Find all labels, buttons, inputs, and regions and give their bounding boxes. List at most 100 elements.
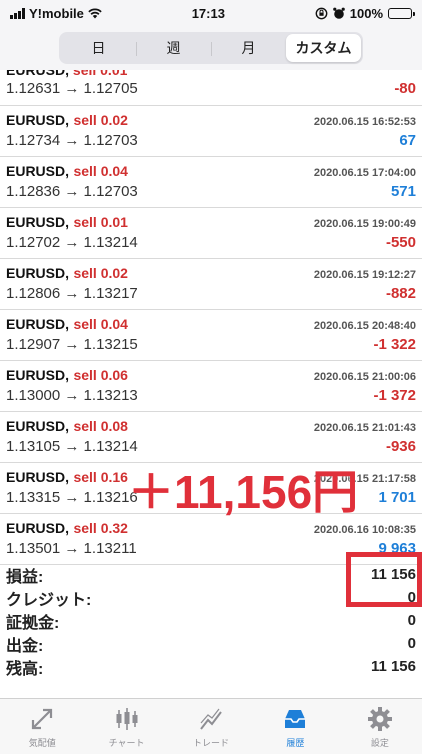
- tab-label: 履歴: [286, 738, 305, 748]
- trade-type: sell 0.01: [72, 70, 128, 78]
- summary-value: 0: [407, 612, 416, 629]
- chart-icon: [114, 706, 140, 732]
- trade-type: sell 0.02: [73, 112, 128, 128]
- segment-day[interactable]: 日: [61, 34, 136, 62]
- signal-icon: [10, 7, 25, 19]
- trade-symbol: EURUSD,: [6, 163, 70, 179]
- trade-type: sell 0.08: [73, 418, 128, 434]
- trade-profit: 1 701: [378, 489, 416, 506]
- trade-time: 2020.06.15 19:12:27: [313, 269, 416, 281]
- trade-profit: -550: [385, 234, 416, 251]
- tab-settings[interactable]: 設定: [338, 699, 422, 754]
- segment-week[interactable]: 週: [136, 34, 211, 62]
- trade-type: sell 0.04: [73, 163, 128, 179]
- trade-icon: [198, 706, 224, 732]
- trade-time: 2020.06.15 21:00:06: [313, 371, 416, 383]
- trade-symbol: EURUSD,: [6, 520, 70, 536]
- settings-icon: [367, 706, 393, 732]
- trade-prices: 1.12836 → 1.12703: [6, 183, 138, 200]
- tab-label: 設定: [370, 738, 389, 748]
- trade-type: sell 0.16: [73, 469, 128, 485]
- trade-symbol: EURUSD,: [6, 214, 70, 230]
- trade-profit: -1 372: [373, 387, 416, 404]
- trade-row[interactable]: EURUSD, sell 0.01 2020.06.15 19:00:49 1.1…: [0, 208, 422, 259]
- tab-trade[interactable]: トレード: [169, 699, 253, 754]
- wifi-icon: [88, 7, 102, 18]
- trade-prices: 1.13501 → 1.13211: [6, 540, 137, 557]
- orientation-lock-icon: [315, 7, 328, 19]
- summary-withdrawal: 出金: 0: [0, 632, 422, 655]
- trade-header-partial: EURUSD, sell 0.01: [6, 70, 127, 78]
- trade-type: sell 0.32: [73, 520, 128, 536]
- carrier-label: Y!mobile: [29, 5, 84, 21]
- trade-row[interactable]: EURUSD, sell 0.02 2020.06.15 19:12:27 1.1…: [0, 259, 422, 310]
- trade-profit: -80: [394, 80, 416, 97]
- tab-quotes[interactable]: 気配値: [0, 699, 84, 754]
- profit-annotation-text: ＋11,156円: [128, 466, 359, 518]
- trade-profit: -936: [385, 438, 416, 455]
- trade-type: sell 0.06: [73, 367, 128, 383]
- trade-prices: 1.13315 → 1.13216: [6, 489, 138, 506]
- trade-time: 2020.06.15 16:52:53: [313, 116, 416, 128]
- summary-margin: 証拠金: 0: [0, 609, 422, 632]
- alarm-icon: [332, 7, 345, 19]
- trade-symbol: EURUSD,: [6, 112, 70, 128]
- status-bar: Y!mobile 17:13 100%: [0, 0, 422, 26]
- status-right: 100%: [315, 5, 415, 21]
- clock: 17:13: [191, 5, 225, 21]
- summary-label: 証拠金:: [6, 614, 60, 632]
- trade-profit: -882: [385, 285, 416, 302]
- trade-prices: 1.12702 → 1.13214: [6, 234, 138, 251]
- summary-balance: 残高: 11 156: [0, 655, 422, 678]
- trade-prices: 1.12806 → 1.13217: [6, 285, 138, 302]
- summary-label: 損益:: [6, 568, 44, 586]
- profit-highlight-box: [346, 552, 422, 607]
- history-icon: [282, 706, 308, 732]
- trade-symbol: EURUSD,: [6, 367, 70, 383]
- tab-label: トレード: [193, 738, 230, 748]
- summary-value: 11 156: [370, 658, 416, 675]
- trade-prices: 1.12631 → 1.12705: [6, 80, 138, 97]
- trade-type: sell 0.02: [73, 265, 128, 281]
- trade-time: 2020.06.16 10:08:35: [313, 524, 416, 536]
- trade-symbol: EURUSD,: [6, 418, 70, 434]
- summary-label: 出金:: [6, 637, 44, 655]
- battery-icon: [388, 7, 415, 19]
- segment-month[interactable]: 月: [211, 34, 286, 62]
- summary-label: クレジット:: [6, 591, 92, 609]
- period-selector-bar: 日 週 月 カスタム: [0, 26, 422, 70]
- summary-label: 残高:: [6, 660, 44, 678]
- trade-time: 2020.06.15 19:00:49: [313, 218, 416, 230]
- bottom-tab-bar: 気配値 チャート トレード 履歴 設定: [0, 698, 422, 754]
- segment-custom[interactable]: カスタム: [286, 34, 361, 62]
- trade-time: 2020.06.15 17:04:00: [313, 167, 416, 179]
- trade-row[interactable]: EURUSD, sell 0.04 2020.06.15 17:04:00 1.1…: [0, 157, 422, 208]
- quotes-icon: [29, 706, 55, 732]
- trade-profit: 67: [399, 132, 416, 149]
- trade-row[interactable]: EURUSD, sell 0.04 2020.06.15 20:48:40 1.1…: [0, 310, 422, 361]
- tab-chart[interactable]: チャート: [84, 699, 168, 754]
- trade-row[interactable]: EURUSD, sell 0.06 2020.06.15 21:00:06 1.1…: [0, 361, 422, 412]
- trade-prices: 1.12907 → 1.13215: [6, 336, 138, 353]
- trade-prices: 1.13000 → 1.13213: [6, 387, 138, 404]
- trade-symbol: EURUSD,: [6, 316, 70, 332]
- tab-history[interactable]: 履歴: [253, 699, 337, 754]
- trade-prices: 1.13105 → 1.13214: [6, 438, 138, 455]
- period-segmented-control: 日 週 月 カスタム: [59, 32, 363, 64]
- trade-profit: 571: [390, 183, 416, 200]
- trade-prices: 1.12734 → 1.12703: [6, 132, 138, 149]
- trade-symbol: EURUSD,: [6, 265, 70, 281]
- summary-value: 0: [407, 635, 416, 652]
- trade-row-partial[interactable]: EURUSD, sell 0.01 1.12631 → 1.12705 -80: [0, 70, 422, 106]
- trade-row[interactable]: EURUSD, sell 0.02 2020.06.15 16:52:53 1.1…: [0, 106, 422, 157]
- trade-symbol: EURUSD,: [6, 469, 70, 485]
- tab-label: チャート: [108, 738, 145, 748]
- trade-symbol: EURUSD,: [6, 70, 70, 78]
- status-left: Y!mobile: [10, 6, 102, 21]
- trade-profit: -1 322: [373, 336, 416, 353]
- trade-time: 2020.06.15 21:01:43: [313, 422, 416, 434]
- battery-percent: 100%: [349, 5, 383, 21]
- tab-label: 気配値: [28, 738, 56, 748]
- trade-type: sell 0.04: [73, 316, 128, 332]
- trade-type: sell 0.01: [73, 214, 128, 230]
